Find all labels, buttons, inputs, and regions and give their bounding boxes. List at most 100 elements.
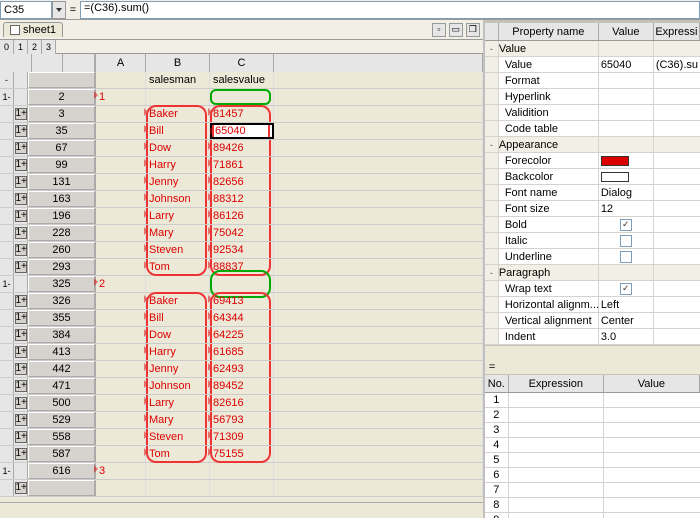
cell-A[interactable] (96, 344, 146, 360)
row-header[interactable]: 196 (28, 208, 95, 224)
outline-gutter-1[interactable]: 1- (0, 89, 14, 105)
property-name[interactable]: Forecolor (499, 153, 599, 168)
cell-B[interactable]: Steven (146, 429, 210, 445)
property-expression[interactable] (654, 121, 700, 136)
property-value[interactable] (599, 121, 654, 136)
cell-C[interactable]: 92534 (210, 242, 274, 258)
outline-gutter-2[interactable] (14, 276, 28, 292)
property-expression[interactable] (654, 265, 700, 280)
property-value[interactable] (599, 153, 654, 168)
property-expression[interactable] (654, 185, 700, 200)
cell-empty[interactable] (274, 123, 483, 139)
outline-gutter-2[interactable]: 1+ (14, 327, 28, 343)
horizontal-scrollbar[interactable] (0, 502, 483, 518)
expand-button[interactable]: 1+ (15, 431, 27, 443)
row-header[interactable]: 500 (28, 395, 95, 411)
cell-A[interactable]: 2 (96, 276, 146, 292)
row-header[interactable]: 355 (28, 310, 95, 326)
cell-empty[interactable] (274, 208, 483, 224)
cell-B[interactable]: Johnson (146, 191, 210, 207)
property-name[interactable]: Appearance (499, 137, 599, 152)
property-expression[interactable] (654, 89, 700, 104)
property-name[interactable]: Paragraph (499, 265, 599, 280)
cell-empty[interactable] (274, 106, 483, 122)
property-value[interactable] (599, 137, 654, 152)
outline-gutter-2[interactable]: 1+ (14, 208, 28, 224)
row-header[interactable]: 616 (28, 463, 95, 479)
expr-cell[interactable] (509, 468, 604, 482)
cell-A[interactable] (96, 310, 146, 326)
checkbox-icon[interactable] (620, 251, 632, 263)
property-expression[interactable] (654, 233, 700, 248)
expr-value-cell[interactable] (604, 468, 700, 482)
cell-B[interactable] (146, 89, 210, 105)
tree-toggle-icon[interactable]: - (485, 265, 499, 280)
property-value[interactable] (599, 233, 654, 248)
row-header[interactable]: 384 (28, 327, 95, 343)
expr-cell[interactable] (509, 483, 604, 497)
expr-header-val[interactable]: Value (604, 375, 700, 392)
property-value[interactable]: Left (599, 297, 654, 312)
property-name[interactable]: Validition (499, 105, 599, 120)
cell-A[interactable]: 3 (96, 463, 146, 479)
cell-B[interactable]: Bill (146, 123, 210, 139)
property-name[interactable]: Indent (499, 329, 599, 344)
outline-gutter-1[interactable] (0, 378, 14, 394)
row-header[interactable]: 293 (28, 259, 95, 275)
expr-value-cell[interactable] (604, 393, 700, 407)
property-expression[interactable] (654, 41, 700, 56)
property-value[interactable]: Center (599, 313, 654, 328)
row-header[interactable]: 325 (28, 276, 95, 292)
cell-B[interactable]: Baker (146, 293, 210, 309)
prop-header-value[interactable]: Value (599, 23, 654, 40)
cell-empty[interactable] (274, 140, 483, 156)
outline-gutter-1[interactable] (0, 429, 14, 445)
outline-gutter-1[interactable] (0, 361, 14, 377)
expr-cell[interactable] (509, 513, 604, 518)
outline-level-3[interactable]: 3 (42, 40, 56, 54)
property-expression[interactable] (654, 105, 700, 120)
outline-gutter-1[interactable] (0, 123, 14, 139)
row-header[interactable]: 2 (28, 89, 95, 105)
cell-C[interactable]: 64225 (210, 327, 274, 343)
cell-A[interactable] (96, 446, 146, 462)
col-header-B[interactable]: B (146, 54, 210, 72)
expand-button[interactable]: 1+ (15, 482, 27, 494)
outline-gutter-1[interactable] (0, 106, 14, 122)
outline-gutter-2[interactable]: 1+ (14, 293, 28, 309)
cell-C[interactable]: 64344 (210, 310, 274, 326)
prop-header-expr[interactable]: Expressi (654, 23, 700, 40)
property-expression[interactable] (654, 297, 700, 312)
outline-gutter-2[interactable] (14, 89, 28, 105)
cell-B[interactable] (146, 480, 210, 496)
expr-value-cell[interactable] (604, 513, 700, 518)
cell-A[interactable] (96, 106, 146, 122)
cell-C[interactable]: 81457 (210, 106, 274, 122)
grid-body[interactable]: - salesman salesvalue 1-211+3Baker814571… (0, 72, 483, 502)
expand-button[interactable]: 1+ (15, 448, 27, 460)
property-expression[interactable] (654, 73, 700, 88)
checkbox-icon[interactable]: ✓ (620, 219, 632, 231)
expr-value-cell[interactable] (604, 438, 700, 452)
cell-C[interactable]: 82656 (210, 174, 274, 190)
property-expression[interactable]: (C36).su (654, 57, 700, 72)
outline-gutter-2[interactable]: 1+ (14, 429, 28, 445)
cell-A[interactable] (96, 378, 146, 394)
expression-row[interactable]: 6 (485, 468, 700, 483)
outline-gutter-1[interactable] (0, 395, 14, 411)
row-header[interactable]: 67 (28, 140, 95, 156)
property-name[interactable]: Italic (499, 233, 599, 248)
cell-C[interactable]: 75155 (210, 446, 274, 462)
cell-B[interactable] (146, 463, 210, 479)
row-header[interactable]: 163 (28, 191, 95, 207)
outline-gutter-2[interactable]: 1+ (14, 106, 28, 122)
property-expression[interactable] (654, 201, 700, 216)
expression-row[interactable]: 4 (485, 438, 700, 453)
expand-button[interactable]: 1+ (15, 363, 27, 375)
cell-empty[interactable] (274, 174, 483, 190)
cell-empty[interactable] (274, 395, 483, 411)
cell-C[interactable] (210, 463, 274, 479)
property-value[interactable]: 65040 (599, 57, 654, 72)
cell-empty[interactable] (274, 276, 483, 292)
property-name[interactable]: Bold (499, 217, 599, 232)
